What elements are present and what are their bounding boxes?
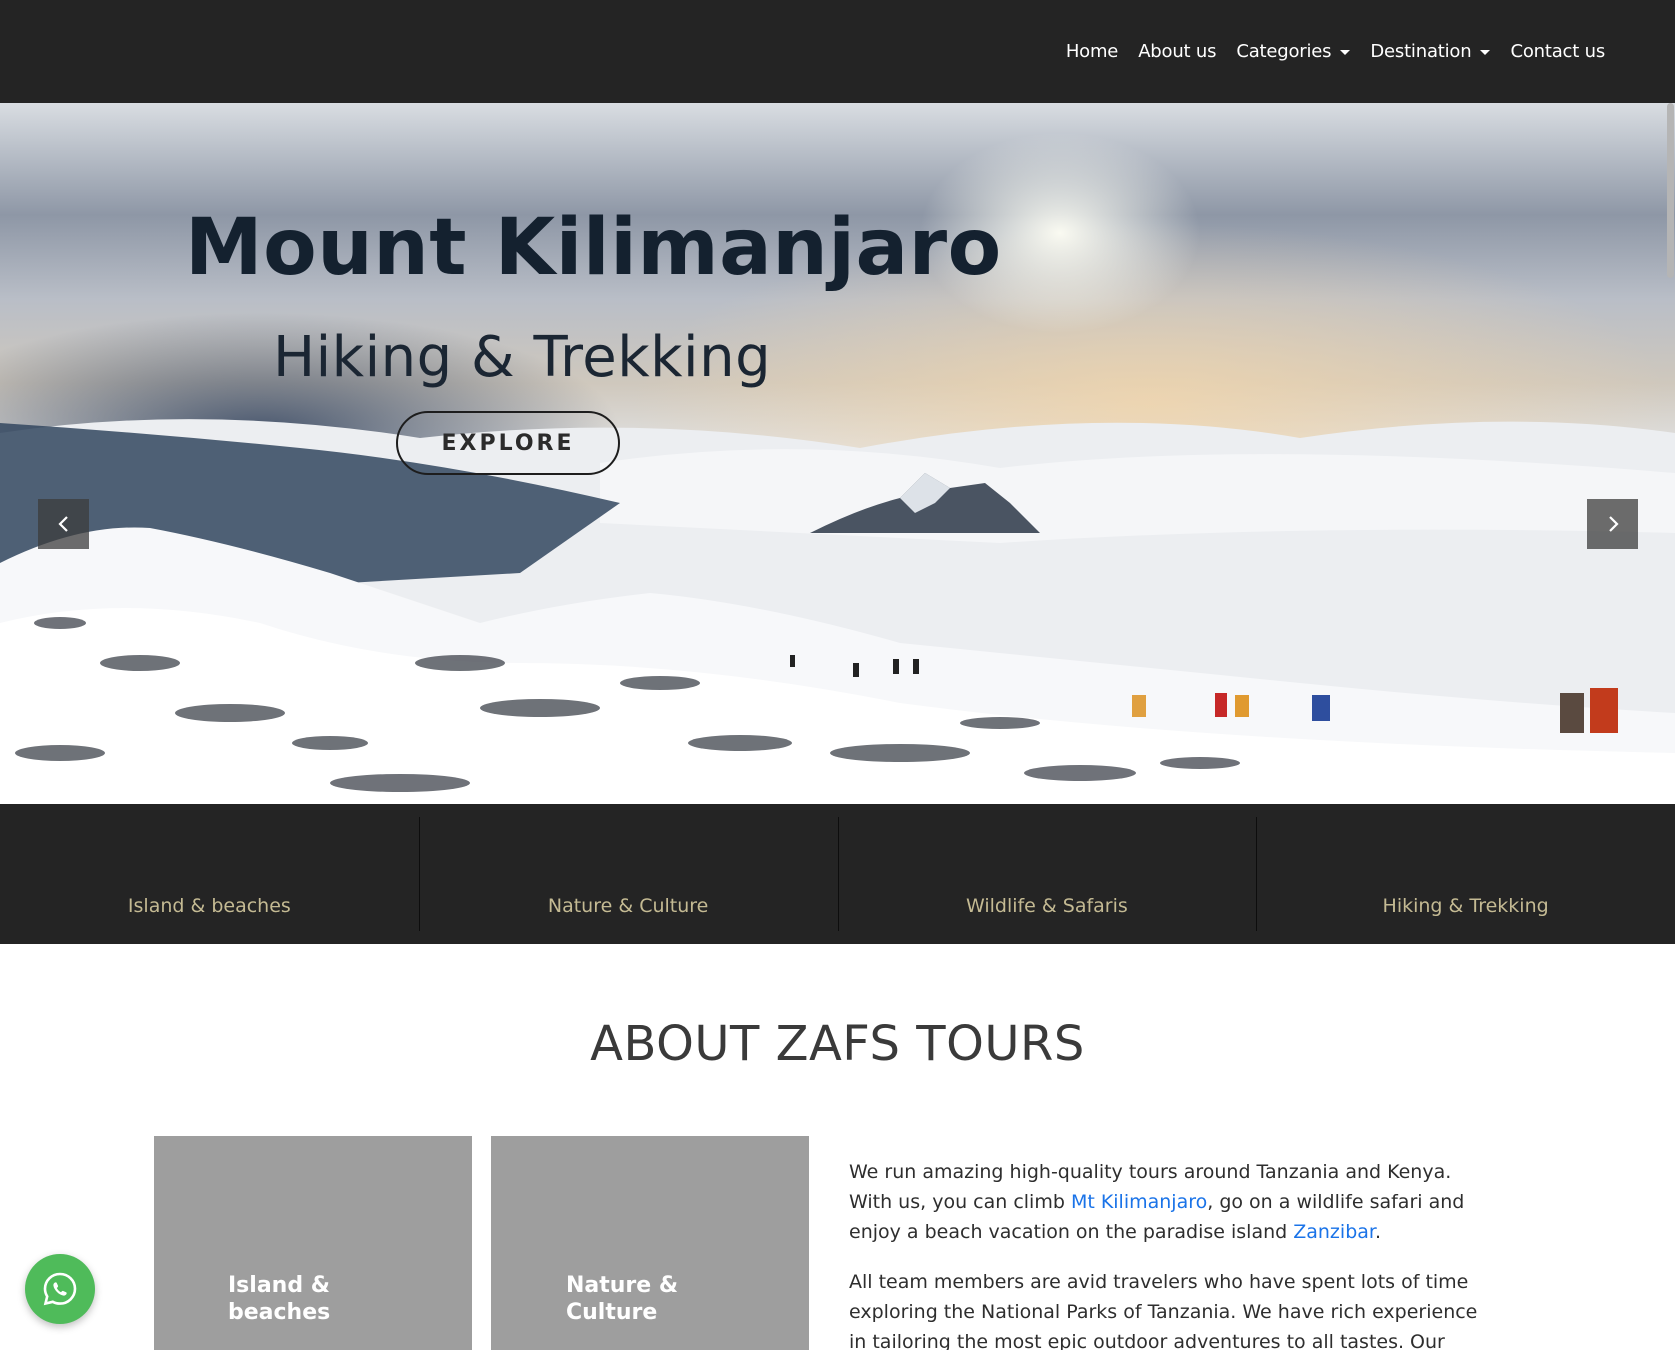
about-text: We run amazing high-quality tours around… [849, 1157, 1479, 1350]
zanzibar-link[interactable]: Zanzibar [1293, 1221, 1375, 1243]
nav-contact-us-label: Contact us [1510, 41, 1605, 62]
nav-categories-label: Categories [1236, 41, 1332, 62]
category-label: Hiking & Trekking [1382, 895, 1549, 917]
scrollbar-thumb[interactable] [1667, 103, 1674, 278]
card-label-line: Nature & [566, 1273, 679, 1298]
caret-down-icon [1480, 50, 1491, 55]
category-label: Island & beaches [127, 895, 291, 917]
hero-carousel: Mount Kilimanjaro Hiking & Trekking EXPL… [0, 103, 1675, 804]
explore-button[interactable]: EXPLORE [396, 411, 620, 475]
category-island-beaches[interactable]: Island & beaches [0, 804, 419, 944]
about-card-nature-culture[interactable]: Nature & Culture [491, 1136, 809, 1350]
nav-categories-dropdown[interactable]: Categories [1236, 41, 1351, 62]
category-nature-culture[interactable]: Nature & Culture [418, 804, 838, 944]
nav-home[interactable]: Home [1065, 41, 1119, 62]
category-hiking-trekking[interactable]: Hiking & Trekking [1256, 804, 1675, 944]
whatsapp-icon [43, 1272, 77, 1306]
nav-about-us[interactable]: About us [1138, 41, 1216, 62]
carousel-next-button[interactable] [1587, 499, 1638, 549]
page-scrollbar[interactable] [1666, 103, 1675, 1350]
category-strip: Island & beaches Nature & Culture Wildli… [0, 804, 1675, 944]
card-label: Nature & Culture [566, 1272, 678, 1326]
caret-down-icon [1340, 50, 1351, 55]
nav-home-label: Home [1065, 41, 1119, 62]
carousel-prev-button[interactable] [38, 499, 89, 549]
hero-title: Mount Kilimanjaro [185, 203, 1002, 293]
nav-about-us-label: About us [1138, 41, 1217, 62]
hero-subtitle: Hiking & Trekking [273, 325, 772, 390]
about-heading: ABOUT ZAFS TOURS [590, 1016, 1085, 1072]
chevron-right-icon [1608, 516, 1619, 532]
card-label-line: Island & [228, 1273, 330, 1298]
nav-contact-us[interactable]: Contact us [1510, 41, 1605, 62]
card-label-line: beaches [228, 1300, 331, 1325]
about-card-island-beaches[interactable]: Island & beaches [154, 1136, 472, 1350]
nav-destination-label: Destination [1370, 41, 1472, 62]
category-wildlife-safaris[interactable]: Wildlife & Safaris [837, 804, 1257, 944]
category-label: Wildlife & Safaris [965, 895, 1128, 917]
category-label: Nature & Culture [547, 895, 709, 917]
about-text-span: . [1374, 1221, 1382, 1243]
nav-destination-dropdown[interactable]: Destination [1370, 41, 1491, 62]
about-paragraph-2: All team members are avid travelers who … [849, 1271, 1478, 1350]
chevron-left-icon [57, 516, 68, 532]
about-paragraph-1: We run amazing high-quality tours around… [849, 1157, 1479, 1247]
card-label-line: Culture [566, 1300, 658, 1325]
whatsapp-chat-button[interactable] [25, 1254, 95, 1324]
top-navbar: Home About us Categories Destination Con… [0, 0, 1675, 103]
card-label: Island & beaches [228, 1272, 330, 1326]
mt-kilimanjaro-link[interactable]: Mt Kilimanjaro [1071, 1191, 1207, 1213]
